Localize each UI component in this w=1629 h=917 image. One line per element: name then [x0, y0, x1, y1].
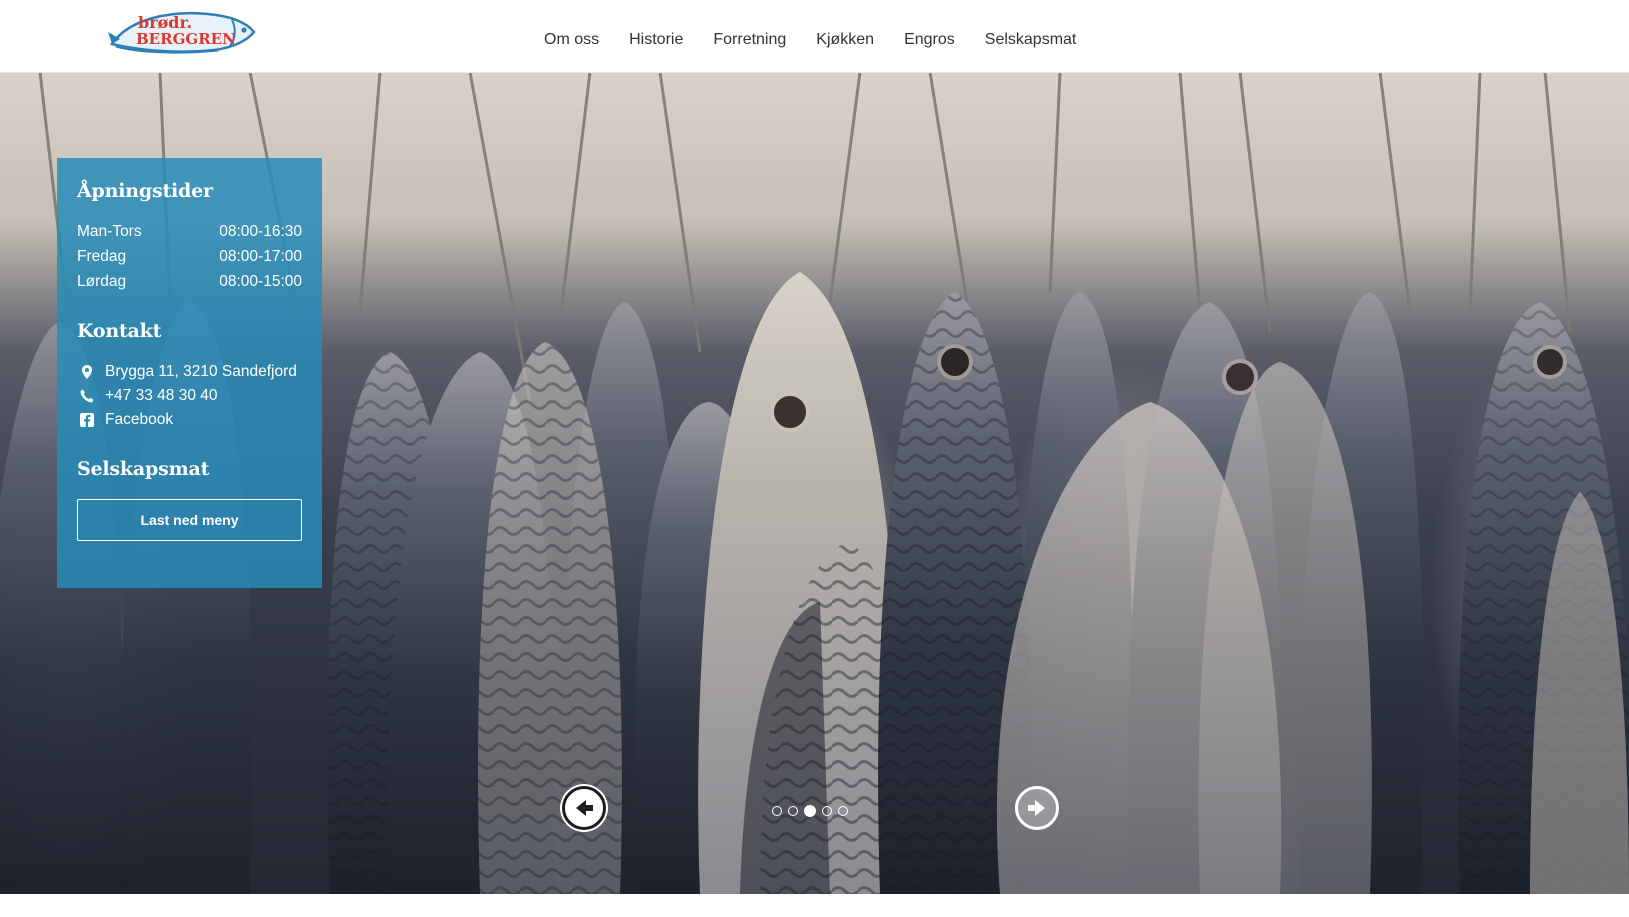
opening-hours-heading: Åpningstider [77, 180, 213, 202]
brand-logo[interactable]: brødr. BERGGREN [108, 6, 260, 56]
map-pin-icon [79, 364, 95, 380]
nav-om-oss[interactable]: Om oss [544, 31, 599, 49]
hours-day: Man-Tors [77, 223, 142, 240]
hours-time: 08:00-16:30 [219, 223, 302, 240]
download-menu-button[interactable]: Last ned meny [77, 499, 302, 541]
fish-logo-icon: brødr. BERGGREN [108, 11, 256, 54]
hours-day: Lørdag [77, 273, 127, 290]
hours-row: Man-Tors 08:00-16:30 [77, 219, 302, 244]
contact-list: Brygga 11, 3210 Sandefjord +47 33 48 30 … [77, 360, 302, 432]
contact-heading: Kontakt [77, 320, 162, 342]
hours-time: 08:00-17:00 [219, 248, 302, 265]
hero-slider: Åpningstider Man-Tors 08:00-16:30 Fredag… [0, 72, 1629, 894]
slider-pagination [772, 805, 854, 817]
slider-dot[interactable] [788, 806, 798, 816]
arrow-right-circle-icon [1028, 800, 1045, 816]
phone-icon [79, 388, 95, 404]
nav-kjokken[interactable]: Kjøkken [816, 31, 874, 49]
contact-facebook: Facebook [77, 408, 302, 432]
arrow-left-circle-icon [576, 800, 593, 816]
contact-address: Brygga 11, 3210 Sandefjord [77, 360, 302, 384]
nav-historie[interactable]: Historie [629, 31, 683, 49]
main-nav: Om oss Historie Forretning Kjøkken Engro… [544, 31, 1076, 49]
svg-text:BERGGREN: BERGGREN [136, 30, 236, 48]
slider-prev-button[interactable] [562, 786, 606, 830]
contact-phone: +47 33 48 30 40 [77, 384, 302, 408]
facebook-icon [79, 412, 95, 428]
hours-time: 08:00-15:00 [219, 273, 302, 290]
nav-selskapsmat[interactable]: Selskapsmat [985, 31, 1077, 49]
catering-heading: Selskapsmat [77, 458, 210, 480]
slider-dot[interactable] [838, 806, 848, 816]
slider-dot[interactable] [822, 806, 832, 816]
hours-row: Fredag 08:00-17:00 [77, 244, 302, 269]
hours-row: Lørdag 08:00-15:00 [77, 269, 302, 294]
info-panel: Åpningstider Man-Tors 08:00-16:30 Fredag… [57, 158, 322, 588]
opening-hours-table: Man-Tors 08:00-16:30 Fredag 08:00-17:00 … [77, 219, 302, 294]
address-text: Brygga 11, 3210 Sandefjord [105, 363, 297, 380]
site-header: brødr. BERGGREN Om oss Historie Forretni… [0, 0, 1629, 73]
nav-forretning[interactable]: Forretning [713, 31, 786, 49]
nav-engros[interactable]: Engros [904, 31, 955, 49]
slider-next-button[interactable] [1015, 786, 1059, 830]
phone-link[interactable]: +47 33 48 30 40 [105, 387, 217, 405]
hours-day: Fredag [77, 248, 127, 265]
slider-dot[interactable] [772, 806, 782, 816]
slider-dot-active[interactable] [804, 805, 816, 817]
facebook-link[interactable]: Facebook [105, 411, 173, 429]
